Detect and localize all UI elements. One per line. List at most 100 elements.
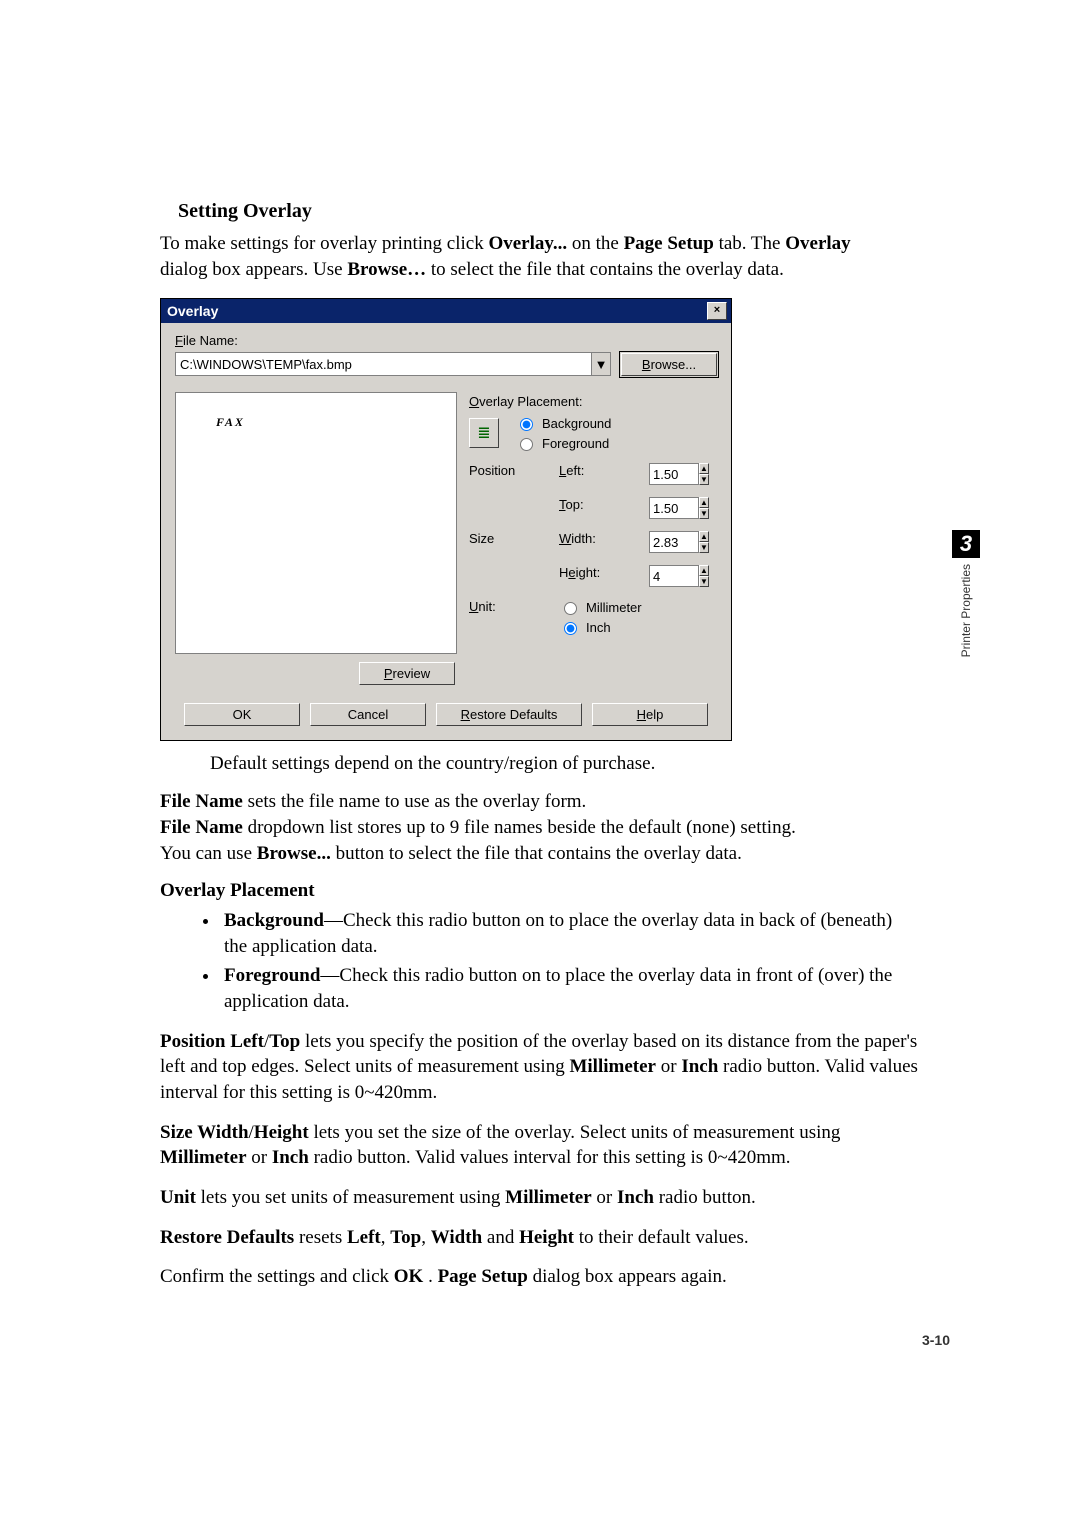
text: dropdown list stores up to 9 file names …: [248, 817, 796, 838]
text-bold: Height: [254, 1122, 309, 1143]
restore-defaults-button[interactable]: Restore Defaults: [436, 703, 582, 726]
text: sets the file name to use as the overlay…: [248, 791, 587, 812]
text: radio button.: [659, 1187, 756, 1208]
text-bold: Restore Defaults: [160, 1227, 294, 1248]
overlay-dialog: Overlay × File Name: ▼ Browse... FAX Pre…: [160, 298, 732, 741]
preview-area: FAX: [175, 392, 457, 654]
text-bold: Millimeter: [505, 1187, 592, 1208]
text-bold: Unit: [160, 1187, 196, 1208]
spin-up-icon[interactable]: ▲: [699, 497, 709, 508]
bullet-foreground: Foreground—Check this radio button on to…: [220, 963, 920, 1014]
height-input[interactable]: [649, 565, 699, 587]
text: to select the file that contains the ove…: [431, 259, 784, 280]
radio-label: Inch: [586, 620, 611, 635]
overlay-placement-heading: Overlay Placement: [160, 880, 920, 902]
text-bold: File Name: [160, 817, 243, 838]
text: or: [596, 1187, 617, 1208]
width-label: Width:: [559, 531, 639, 553]
text: .: [428, 1266, 438, 1287]
text: or: [661, 1056, 682, 1077]
text-bold: File Name: [160, 791, 243, 812]
note-text: Default settings depend on the country/r…: [210, 753, 920, 775]
left-label: Left:: [559, 463, 639, 485]
radio-label: Foreground: [542, 436, 609, 451]
text-bold: Position Left: [160, 1031, 264, 1052]
text: —Check this radio button on to place the…: [224, 965, 892, 1012]
text-bold: Overlay...: [488, 233, 567, 254]
radio-mm-input[interactable]: [564, 602, 577, 615]
file-name-input[interactable]: [176, 355, 591, 374]
side-tab: 3 Printer Properties: [952, 530, 980, 657]
text-bold: Top: [269, 1031, 300, 1052]
spin-up-icon[interactable]: ▲: [699, 531, 709, 542]
text: on the: [572, 233, 624, 254]
browse-button[interactable]: Browse...: [621, 353, 717, 376]
spin-down-icon[interactable]: ▼: [699, 542, 709, 553]
filename-desc-1: File Name sets the file name to use as t…: [160, 789, 920, 866]
confirm-desc: Confirm the settings and click OK . Page…: [160, 1264, 920, 1290]
radio-foreground-input[interactable]: [520, 438, 533, 451]
text: to their default values.: [579, 1227, 749, 1248]
unit-desc: Unit lets you set units of measurement u…: [160, 1185, 920, 1211]
radio-background-input[interactable]: [520, 418, 533, 431]
dialog-titlebar: Overlay ×: [161, 299, 731, 323]
ok-button[interactable]: OK: [184, 703, 300, 726]
chevron-down-icon[interactable]: ▼: [591, 353, 610, 375]
dialog-title: Overlay: [167, 303, 218, 319]
radio-inch-input[interactable]: [564, 622, 577, 635]
text: button to select the file that contains …: [336, 843, 742, 864]
size-desc: Size Width/Height lets you set the size …: [160, 1120, 920, 1171]
radio-label: Background: [542, 416, 611, 431]
radio-background[interactable]: Background: [515, 415, 611, 431]
preview-content: FAX: [216, 415, 245, 430]
left-input[interactable]: [649, 463, 699, 485]
position-label: Position: [469, 463, 549, 485]
height-spinner[interactable]: ▲▼: [649, 565, 707, 587]
intro-paragraph: To make settings for overlay printing cl…: [160, 231, 920, 282]
width-spinner[interactable]: ▲▼: [649, 531, 707, 553]
text-bold: Foreground: [224, 965, 320, 986]
top-spinner[interactable]: ▲▼: [649, 497, 707, 519]
text-bold: Page Setup: [438, 1266, 528, 1287]
cancel-button[interactable]: Cancel: [310, 703, 426, 726]
radio-label: Millimeter: [586, 600, 642, 615]
text: You can use: [160, 843, 257, 864]
width-input[interactable]: [649, 531, 699, 553]
radio-foreground[interactable]: Foreground: [515, 435, 611, 451]
overlay-placement-label: Overlay Placement:: [469, 394, 611, 409]
spin-up-icon[interactable]: ▲: [699, 565, 709, 576]
text: radio button. Valid values interval for …: [314, 1147, 791, 1168]
text: lets you set the size of the overlay. Se…: [313, 1122, 840, 1143]
text: resets: [299, 1227, 347, 1248]
left-spinner[interactable]: ▲▼: [649, 463, 707, 485]
text: tab. The: [719, 233, 786, 254]
text-bold: Size Width: [160, 1122, 249, 1143]
text: To make settings for overlay printing cl…: [160, 233, 488, 254]
position-desc: Position Left/Top lets you specify the p…: [160, 1029, 920, 1106]
text-bold: Browse...: [257, 843, 331, 864]
radio-millimeter[interactable]: Millimeter: [559, 599, 719, 615]
top-input[interactable]: [649, 497, 699, 519]
chapter-number: 3: [952, 530, 980, 558]
spin-down-icon[interactable]: ▼: [699, 474, 709, 485]
text: ,: [381, 1227, 391, 1248]
file-name-combo[interactable]: ▼: [175, 352, 611, 376]
spin-down-icon[interactable]: ▼: [699, 508, 709, 519]
section-heading: Setting Overlay: [178, 200, 920, 223]
text-bold: OK: [394, 1266, 424, 1287]
text: ,: [421, 1227, 431, 1248]
unit-label: Unit:: [469, 599, 549, 635]
text-bold: Overlay: [785, 233, 850, 254]
bullet-background: Background—Check this radio button on to…: [220, 908, 920, 959]
radio-inch[interactable]: Inch: [559, 619, 719, 635]
close-button[interactable]: ×: [707, 302, 727, 320]
text-bold: Top: [390, 1227, 421, 1248]
text-bold: Height: [519, 1227, 574, 1248]
help-button[interactable]: Help: [592, 703, 708, 726]
preview-button[interactable]: Preview: [359, 662, 455, 685]
placement-icon: ≣: [469, 418, 499, 448]
spin-up-icon[interactable]: ▲: [699, 463, 709, 474]
page-number: 3-10: [922, 1332, 950, 1348]
text: lets you set units of measurement using: [201, 1187, 505, 1208]
spin-down-icon[interactable]: ▼: [699, 576, 709, 587]
